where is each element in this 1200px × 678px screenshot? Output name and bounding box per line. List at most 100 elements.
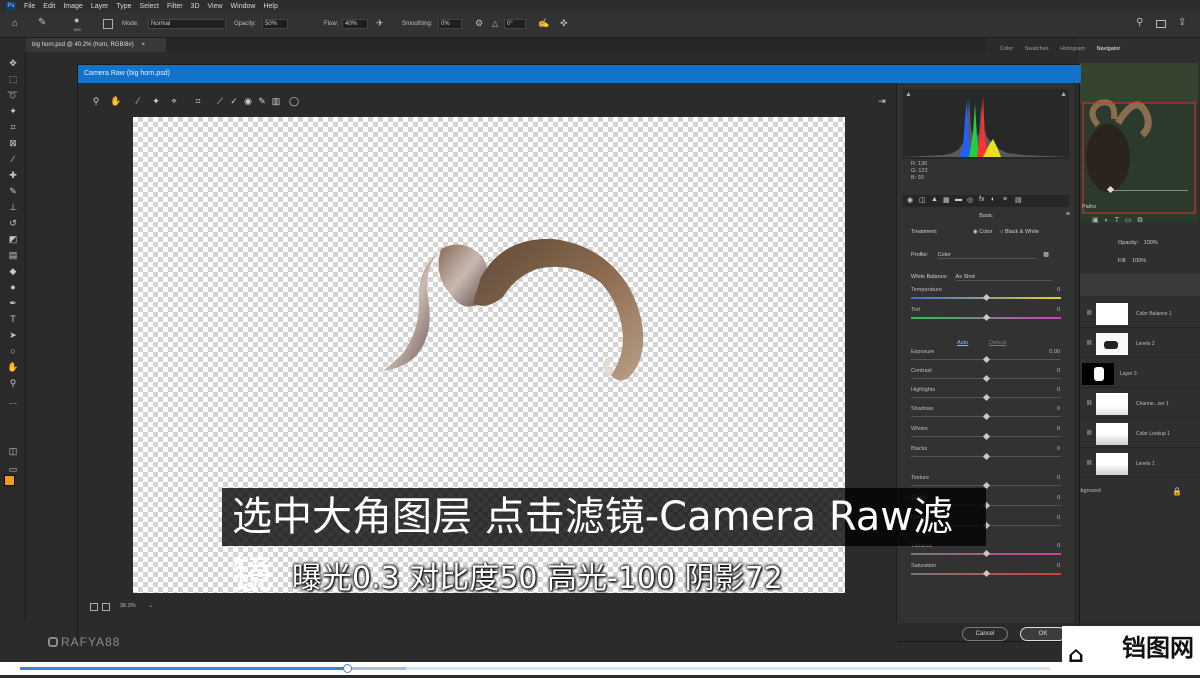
red-eye-icon[interactable]: ◉ xyxy=(242,95,254,107)
slider-track[interactable] xyxy=(911,452,1061,461)
slider-value[interactable]: 0 xyxy=(1036,543,1060,549)
menu-window[interactable]: Window xyxy=(231,3,256,10)
profile-select[interactable]: Color xyxy=(937,252,1036,259)
smart-filter-icon[interactable]: ⧉ xyxy=(1137,217,1142,224)
menu-edit[interactable]: Edit xyxy=(43,3,55,10)
slider-value[interactable]: 0 xyxy=(1036,563,1060,569)
screen-mode-icon[interactable]: ▭ xyxy=(6,462,20,476)
image-canvas[interactable] xyxy=(133,117,845,593)
slider-track[interactable] xyxy=(911,569,1061,578)
close-tab-icon[interactable]: × xyxy=(141,42,145,48)
smoothing-input[interactable]: 0% xyxy=(438,19,462,29)
slider-track[interactable] xyxy=(911,501,1061,510)
navigator-zoom-slider[interactable] xyxy=(1106,185,1188,194)
calibration-icon[interactable]: ◐ xyxy=(991,196,995,203)
layer-mask-thumb[interactable] xyxy=(1096,393,1128,415)
layer-mask-thumb[interactable] xyxy=(1096,423,1128,445)
quick-mask-icon[interactable]: ◫ xyxy=(6,444,20,458)
type-tool-icon[interactable]: T xyxy=(6,312,20,326)
slider-track[interactable] xyxy=(911,374,1061,383)
spot-removal-icon[interactable]: ✓ xyxy=(228,95,240,107)
slider-track[interactable] xyxy=(911,293,1061,302)
airbrush-icon[interactable]: ✈ xyxy=(376,18,384,29)
menu-file[interactable]: File xyxy=(24,3,35,10)
treatment-bw-radio[interactable]: ○ xyxy=(1000,229,1003,235)
brush-settings-icon[interactable] xyxy=(103,19,113,29)
tab-histogram[interactable]: Histogram xyxy=(1060,46,1085,52)
slider-value[interactable]: 0 xyxy=(1036,495,1060,501)
home-icon[interactable]: ⌂ xyxy=(12,18,18,29)
symmetry-icon[interactable]: ✜ xyxy=(560,18,568,29)
layer-mask-thumb[interactable] xyxy=(1082,363,1114,385)
zoom-icon[interactable]: ⚲ xyxy=(90,95,102,107)
slider-thumb[interactable] xyxy=(982,481,991,490)
eyedropper-tool-icon[interactable]: ⁄ xyxy=(6,152,20,166)
layer-row[interactable]: ⛓ Color Lookup 1 xyxy=(1078,420,1200,448)
targeted-adjust-icon[interactable]: ⌖ xyxy=(168,95,180,107)
eraser-tool-icon[interactable]: ◩ xyxy=(6,232,20,246)
layer-name[interactable]: Color Lookup 1 xyxy=(1136,431,1170,437)
menu-type[interactable]: Type xyxy=(116,3,131,10)
slider-track[interactable] xyxy=(911,355,1061,364)
search-icon[interactable]: ⚲ xyxy=(1136,17,1143,28)
type-filter-icon[interactable]: T xyxy=(1115,217,1119,224)
foreground-color-swatch[interactable] xyxy=(4,475,15,486)
ok-button[interactable]: OK xyxy=(1020,627,1066,641)
default-button[interactable]: Default xyxy=(989,340,1006,346)
layer-row[interactable]: Layer 3 xyxy=(1078,360,1200,388)
slider-track[interactable] xyxy=(911,481,1061,490)
tone-curve-icon[interactable]: ◫ xyxy=(919,196,926,204)
menu-3d[interactable]: 3D xyxy=(191,3,200,10)
slider-track[interactable] xyxy=(911,412,1061,421)
slider-value[interactable]: 0 xyxy=(1036,426,1060,432)
menu-select[interactable]: Select xyxy=(140,3,159,10)
healing-tool-icon[interactable]: ✚ xyxy=(6,168,20,182)
lasso-tool-icon[interactable]: ➰ xyxy=(6,88,20,102)
slider-value[interactable]: 0 xyxy=(1036,287,1060,293)
history-brush-tool-icon[interactable]: ↺ xyxy=(6,216,20,230)
tab-swatches[interactable]: Swatches xyxy=(1025,46,1049,52)
straighten-icon[interactable]: ⟋ xyxy=(214,95,226,107)
slider-value[interactable]: 0 xyxy=(1036,475,1060,481)
shadow-clip-icon[interactable]: ▲ xyxy=(905,91,912,98)
auto-button[interactable]: Auto xyxy=(957,340,968,346)
video-progress-bar[interactable] xyxy=(0,662,1200,675)
basic-panel-icon[interactable]: ◉ xyxy=(907,196,913,204)
pressure-size-icon[interactable]: ✍ xyxy=(538,18,549,29)
slider-track[interactable] xyxy=(911,313,1061,322)
layer-row[interactable]: ⛓ Levels 2 xyxy=(1078,330,1200,358)
path-select-tool-icon[interactable]: ➤ xyxy=(6,328,20,342)
snapshots-icon[interactable]: ▤ xyxy=(1015,196,1022,204)
cancel-button[interactable]: Cancel xyxy=(962,627,1008,641)
slider-thumb[interactable] xyxy=(982,549,991,558)
slider-value[interactable]: 0 xyxy=(1036,368,1060,374)
menu-view[interactable]: View xyxy=(208,3,223,10)
frame-tool-icon[interactable]: ⊠ xyxy=(6,136,20,150)
hand-icon[interactable]: ✋ xyxy=(110,95,122,107)
marquee-tool-icon[interactable]: ⬚ xyxy=(6,72,20,86)
layer-row[interactable]: ⛓ Channe...xer 1 xyxy=(1078,390,1200,418)
slider-value[interactable]: 0 xyxy=(1036,307,1060,313)
graduated-filter-icon[interactable]: ▥ xyxy=(270,95,282,107)
layer-name[interactable]: Channe...xer 1 xyxy=(1136,401,1169,407)
brush-tool-side-icon[interactable]: ✎ xyxy=(6,184,20,198)
open-preferences-icon[interactable]: ⇥ xyxy=(876,95,888,107)
background-layer[interactable]: ckground xyxy=(1078,488,1101,494)
opacity-input[interactable]: 50% xyxy=(262,19,288,29)
hand-tool-icon[interactable]: ✋ xyxy=(6,360,20,374)
menu-filter[interactable]: Filter xyxy=(167,3,183,10)
layer-row[interactable]: ⛓ Levels 1 xyxy=(1078,450,1200,478)
menu-image[interactable]: Image xyxy=(63,3,82,10)
camera-raw-title-bar[interactable]: Camera Raw (big horn.psd) xyxy=(78,65,1081,83)
document-tab[interactable]: big horn.psd @ 40.2% (horn, RGB/8#) × xyxy=(26,38,166,52)
slider-track[interactable] xyxy=(911,549,1061,558)
slider-track[interactable] xyxy=(911,521,1061,530)
slider-thumb[interactable] xyxy=(982,313,991,322)
brush-tool-icon[interactable]: ✎ xyxy=(38,17,46,28)
progress-track[interactable] xyxy=(20,664,1050,673)
layer-name[interactable]: Levels 2 xyxy=(1136,341,1155,347)
navigator-preview[interactable] xyxy=(1080,63,1198,223)
menu-layer[interactable]: Layer xyxy=(91,3,109,10)
treatment-color-radio[interactable]: ◉ xyxy=(973,229,978,235)
layer-row[interactable]: ⛓ Color Balance 1 xyxy=(1078,300,1200,328)
